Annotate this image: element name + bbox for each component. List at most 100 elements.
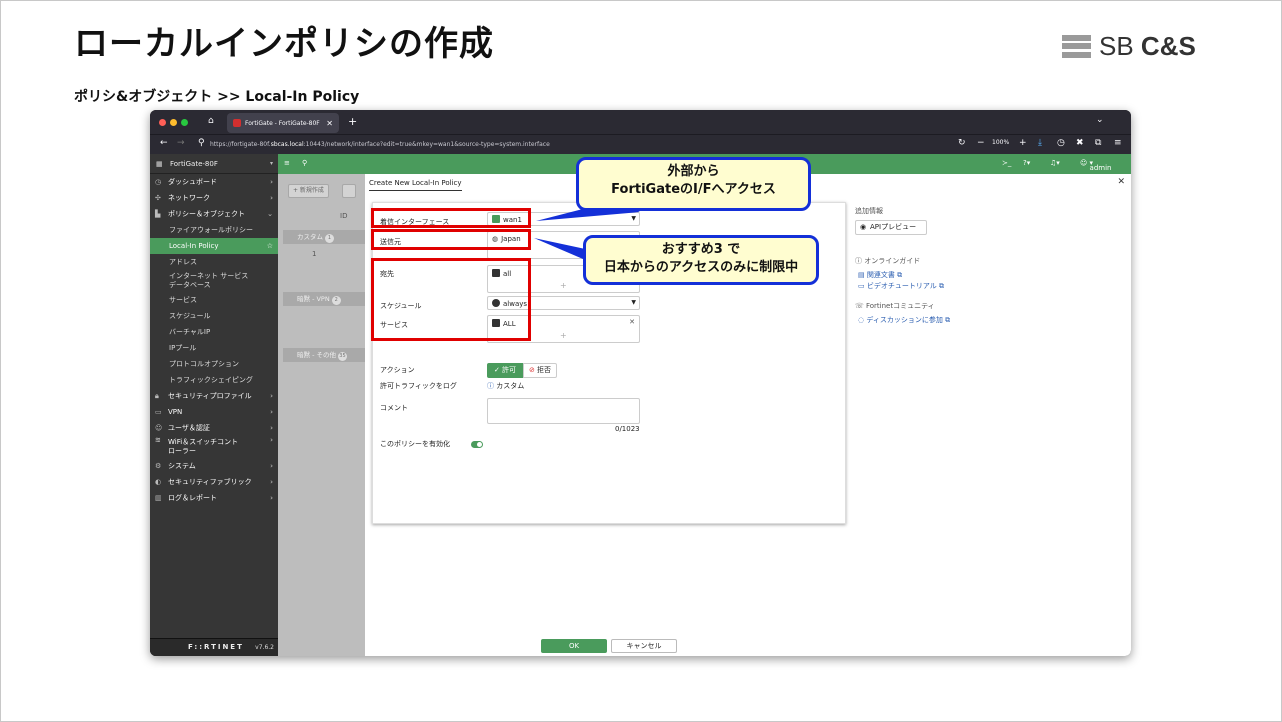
site-info-icon[interactable]: ⚲ [198, 138, 205, 148]
sidebar-item-label: サービス [169, 296, 197, 304]
maximize-window-button[interactable] [181, 119, 188, 126]
sidebar-item[interactable]: ◷ ダッシュボード › [150, 174, 278, 190]
fortinet-logo: F::RTINET [188, 643, 244, 651]
device-selector[interactable]: ▦ FortiGate-80F ▾ [150, 154, 278, 174]
group-row-vpn[interactable]: 暗黙 - VPN 2 [283, 292, 365, 306]
forward-icon[interactable]: → [177, 138, 185, 148]
dashboard-icon: ◷ [155, 178, 162, 186]
video-tutorial-link[interactable]: ▭ ビデオチュートリアル ⧉ [858, 281, 944, 291]
version-label: v7.6.2 [255, 644, 274, 651]
sidebar-item[interactable]: インターネット サービス データベース [150, 270, 278, 292]
edit-icon[interactable] [342, 184, 356, 198]
enable-policy-label: このポリシーを有効化 [380, 440, 450, 448]
sidebar-item[interactable]: ☺ ユーザ＆認証 › [150, 420, 278, 436]
sidebar-item[interactable]: トラフィックシェイピング [150, 372, 278, 388]
group-row-custom[interactable]: カスタム 1 [283, 230, 365, 244]
tab-groups-icon[interactable]: ⌂ [208, 116, 214, 126]
policy-icon: ▙ [155, 210, 161, 218]
additional-info-heading: 追加情報 [855, 207, 883, 215]
action-allow-button[interactable]: ✓ 許可 [487, 363, 523, 378]
search-icon[interactable]: ⚲ [302, 159, 307, 167]
back-icon[interactable]: ← [160, 138, 168, 148]
sidebar-item[interactable]: ⚙ システム › [150, 458, 278, 474]
action-deny-button[interactable]: ⊘ 拒否 [523, 363, 557, 378]
ok-button[interactable]: OK [541, 639, 607, 653]
log-custom-link[interactable]: ⓘ カスタム [487, 381, 524, 391]
group-row-other[interactable]: 暗黙 - その他 35 [283, 348, 365, 362]
dropdown-caret-icon: ▼ [631, 299, 636, 306]
deny-icon: ⊘ [528, 366, 535, 374]
url-suffix: :10443/network/interface?edit=true&mkey=… [303, 141, 550, 148]
sidebar-item[interactable]: アドレス [150, 254, 278, 270]
new-tab-icon[interactable]: + [348, 115, 357, 128]
zoom-level[interactable]: 100% [992, 139, 1009, 146]
enable-policy-toggle[interactable] [471, 441, 483, 448]
sidebar-item-label: トラフィックシェイピング [169, 376, 253, 384]
reload-icon[interactable]: ↻ [958, 138, 966, 148]
sidebar-item[interactable]: 🔒︎ セキュリティプロファイル › [150, 388, 278, 404]
sidebar-item-label: プロトコルオプション [169, 360, 239, 368]
close-icon[interactable]: ✕ [1117, 177, 1125, 187]
callout-source-line1: おすすめ3 で [661, 242, 741, 257]
sidebar-item-label: ダッシュボード [168, 178, 217, 186]
browser-tab[interactable]: FortiGate - FortiGate-80F ✕ [227, 113, 339, 133]
favorite-star-icon[interactable]: ☆ [267, 238, 273, 254]
callout-interface-line1: 外部から [667, 164, 720, 179]
deny-label: 拒否 [537, 366, 552, 374]
policy-list-background: + 新規作成 ID カスタム 1 1 暗黙 - VPN 2 暗黙 - その他 35 [278, 174, 365, 656]
group-count: 35 [337, 352, 347, 361]
info-icon: ⓘ [487, 382, 494, 390]
add-destination-icon[interactable]: + [560, 281, 567, 290]
tab-title: FortiGate - FortiGate-80F [245, 119, 320, 127]
sidebar-item[interactable]: ファイアウォールポリシー [150, 222, 278, 238]
sidebar-item[interactable]: プロトコルオプション [150, 356, 278, 372]
sidebar-item[interactable]: スケジュール [150, 308, 278, 324]
sidebar-item[interactable]: Local-In Policy ☆ [150, 238, 278, 254]
related-docs-link[interactable]: ▤ 関連文書 ⧉ [858, 270, 902, 280]
notifications-icon[interactable]: ♫▾ [1050, 159, 1060, 167]
panel-title: Create New Local-In Policy [369, 179, 462, 191]
url-prefix: https://fortigate-80f. [210, 141, 271, 148]
cli-icon[interactable]: ≻_ [1002, 159, 1011, 167]
url-field[interactable]: https://fortigate-80f.sbcas.local:10443/… [210, 138, 948, 152]
sidebar-item[interactable]: ◐ セキュリティファブリック › [150, 474, 278, 490]
user-menu[interactable]: ☺ admin ▾ [1080, 159, 1111, 172]
sidebar-item[interactable]: バーチャルIP [150, 324, 278, 340]
close-tab-icon[interactable]: ✕ [326, 119, 333, 128]
remove-icon[interactable]: ✕ [629, 318, 635, 326]
sidebar-item[interactable]: サービス [150, 292, 278, 308]
sidebar-item[interactable]: ✣ ネットワーク › [150, 190, 278, 206]
zoom-out-icon[interactable]: − [977, 138, 985, 148]
zoom-in-icon[interactable]: + [1019, 138, 1027, 148]
help-circle-icon: ⓘ [855, 257, 865, 265]
group-label: 暗黙 - その他 [297, 351, 336, 359]
document-icon: ▤ [858, 271, 867, 279]
discussion-link[interactable]: ◌ ディスカッションに参加 ⧉ [858, 315, 950, 325]
minimize-window-button[interactable] [170, 119, 177, 126]
api-preview-button[interactable]: ◉ APIプレビュー [855, 220, 927, 235]
cancel-button[interactable]: キャンセル [611, 639, 677, 653]
highlight-interface [371, 208, 531, 228]
download-icon[interactable]: ⤓ [1038, 138, 1042, 148]
block-icon[interactable]: ✖ [1076, 138, 1084, 148]
user-icon: ☺ [155, 424, 163, 432]
sidebar-item[interactable]: ≋ WiFi＆スイッチコント ローラー › [150, 436, 278, 458]
close-window-button[interactable] [159, 119, 166, 126]
comment-textarea[interactable] [487, 398, 640, 424]
sidebar-item[interactable]: ▥ ログ＆レポート › [150, 490, 278, 506]
add-service-icon[interactable]: + [560, 331, 567, 340]
group-label: カスタム [297, 233, 323, 241]
hamburger-icon[interactable]: ≡ [284, 159, 290, 167]
tab-list-icon[interactable]: ⌄ [1096, 115, 1104, 125]
menu-icon[interactable]: ≡ [1114, 138, 1122, 148]
extensions-icon[interactable]: ⧉ [1095, 138, 1101, 148]
new-policy-button[interactable]: + 新規作成 [288, 184, 329, 198]
history-icon[interactable]: ◷ [1057, 138, 1065, 148]
sidebar-item[interactable]: ▭ VPN › [150, 404, 278, 420]
help-icon[interactable]: ?▾ [1023, 159, 1030, 167]
user-name: admin [1089, 164, 1112, 172]
sidebar-item[interactable]: ▙ ポリシー＆オブジェクト ⌄ [150, 206, 278, 222]
callout-interface-line2: FortiGateのI/Fへアクセス [611, 182, 776, 197]
sidebar-item-label: ポリシー＆オブジェクト [168, 210, 245, 218]
sidebar-item[interactable]: IPプール [150, 340, 278, 356]
